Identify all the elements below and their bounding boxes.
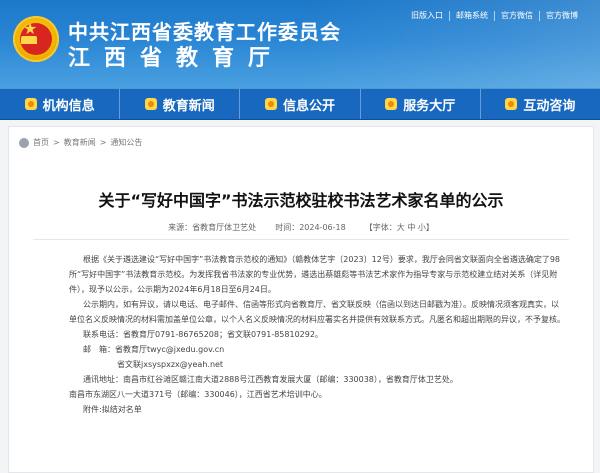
- department-title: 江西省教育厅: [68, 46, 285, 71]
- breadcrumb-news[interactable]: 教育新闻: [64, 137, 96, 148]
- article-body: 根据《关于遴选建设“写好中国字”书法教育示范校的通知》（赣教体艺字〔2023〕1…: [69, 252, 565, 417]
- address-1: 通讯地址：南昌市红谷滩区赣江南大道2888号江西教育发展大厦（邮编：330038…: [83, 375, 458, 384]
- old-version-link[interactable]: 旧版入口: [405, 11, 449, 21]
- contact-phone: 联系电话：省教育厅0791-86765208；省文联0791-85810292。: [83, 330, 323, 339]
- nav-interaction[interactable]: 互动咨询: [481, 89, 600, 119]
- paragraph-2: 公示期内，如有异议，请以电话、电子邮件、信函等形式向省教育厅、省文联反映（信函以…: [69, 300, 565, 324]
- nav-news[interactable]: 教育新闻: [120, 89, 241, 119]
- article-meta: 来源：省教育厅体卫艺处 时间：2024-06-18 【字体：大 中 小】: [168, 223, 434, 232]
- email-label: 邮 箱：: [83, 345, 115, 354]
- address-2: 南昌市东湖区八一大道371号（邮编：330046），江西省艺术培训中心。: [69, 390, 327, 399]
- font-size-big[interactable]: 大: [397, 223, 405, 232]
- wechat-link[interactable]: 官方微信: [494, 11, 539, 21]
- breadcrumb-home[interactable]: 首页: [33, 137, 49, 148]
- article-date: 时间：2024-06-18: [275, 223, 346, 232]
- font-size-small[interactable]: 小: [418, 223, 426, 232]
- email-row: 邮 箱：省教育厅twyc@jxedu.gov.cn: [69, 342, 565, 357]
- organization-icon: [24, 98, 37, 110]
- font-size-mid[interactable]: 中: [407, 223, 415, 232]
- nav-public-info[interactable]: 信息公开: [240, 89, 361, 119]
- email-federation: 省文联jxsyspxzx@yeah.net: [117, 360, 224, 369]
- news-icon: [144, 98, 157, 110]
- site-header: ★ 中共江西省委教育工作委员会 江西省教育厅 旧版入口 邮箱系统 官方微信 官方…: [0, 0, 600, 88]
- nav-organization[interactable]: 机构信息: [0, 89, 121, 119]
- breadcrumb-notice[interactable]: 通知公告: [110, 137, 142, 148]
- top-links: 旧版入口 邮箱系统 官方微信 官方微博: [405, 11, 584, 21]
- national-emblem-icon: ★: [13, 16, 59, 62]
- paragraph-1: 根据《关于遴选建设“写好中国字”书法教育示范校的通知》（赣教体艺字〔2023〕1…: [69, 255, 561, 294]
- breadcrumb: 首页 > 教育新闻 > 通知公告: [19, 137, 142, 148]
- main-nav: 机构信息 教育新闻 信息公开 服务大厅 互动咨询: [0, 88, 600, 120]
- attachment[interactable]: 附件:拟结对名单: [69, 402, 565, 417]
- article-container: 首页 > 教育新闻 > 通知公告 关于“写好中国字”书法示范校驻校书法艺术家名单…: [8, 126, 594, 473]
- divider: [33, 239, 569, 240]
- email-row-2: 省文联jxsyspxzx@yeah.net: [69, 357, 565, 372]
- nav-service-hall[interactable]: 服务大厅: [361, 89, 481, 119]
- mail-system-link[interactable]: 邮箱系统: [449, 11, 494, 21]
- font-size-label: 【字体：: [364, 223, 397, 232]
- article-source: 来源：省教育厅体卫艺处: [168, 223, 257, 232]
- article-title: 关于“写好中国字”书法示范校驻校书法艺术家名单的公示: [98, 191, 504, 210]
- info-icon: [265, 98, 277, 110]
- email-edu: 省教育厅twyc@jxedu.gov.cn: [115, 345, 225, 354]
- interaction-icon: [505, 98, 518, 110]
- home-icon: [19, 137, 29, 148]
- weibo-link[interactable]: 官方微博: [539, 11, 584, 21]
- service-icon: [385, 98, 398, 110]
